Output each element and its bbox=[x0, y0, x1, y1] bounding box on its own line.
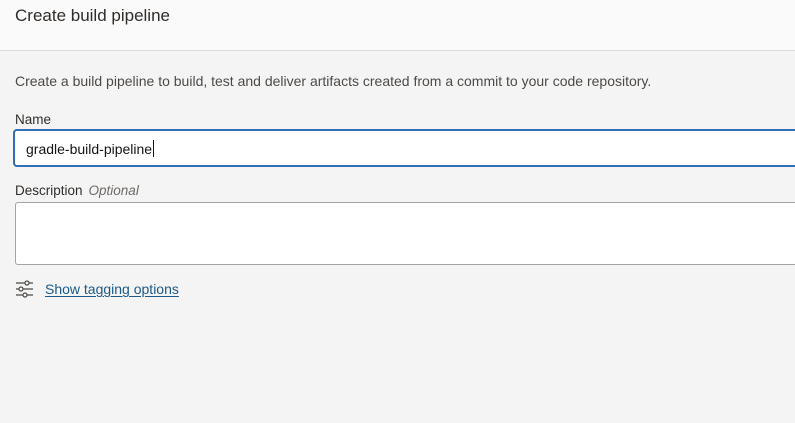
name-field-label: Name bbox=[15, 112, 51, 127]
description-textarea[interactable] bbox=[15, 202, 795, 265]
name-input[interactable]: gradle-build-pipeline bbox=[14, 130, 795, 166]
description-label-text: Description bbox=[15, 183, 83, 198]
page-title: Create build pipeline bbox=[15, 6, 170, 25]
text-caret bbox=[153, 140, 155, 157]
show-tagging-options[interactable]: Show tagging options bbox=[15, 280, 179, 298]
name-label-text: Name bbox=[15, 112, 52, 127]
description-field-label: Description Optional bbox=[15, 183, 139, 198]
optional-hint: Optional bbox=[88, 183, 139, 198]
name-input-value-wrap: gradle-build-pipeline bbox=[26, 140, 155, 157]
name-input-value: gradle-build-pipeline bbox=[26, 141, 153, 157]
sliders-icon[interactable] bbox=[15, 280, 34, 298]
form-description-text: Create a build pipeline to build, test a… bbox=[15, 73, 652, 89]
show-tagging-options-link[interactable]: Show tagging options bbox=[45, 281, 179, 297]
panel-header: Create build pipeline bbox=[0, 0, 795, 51]
